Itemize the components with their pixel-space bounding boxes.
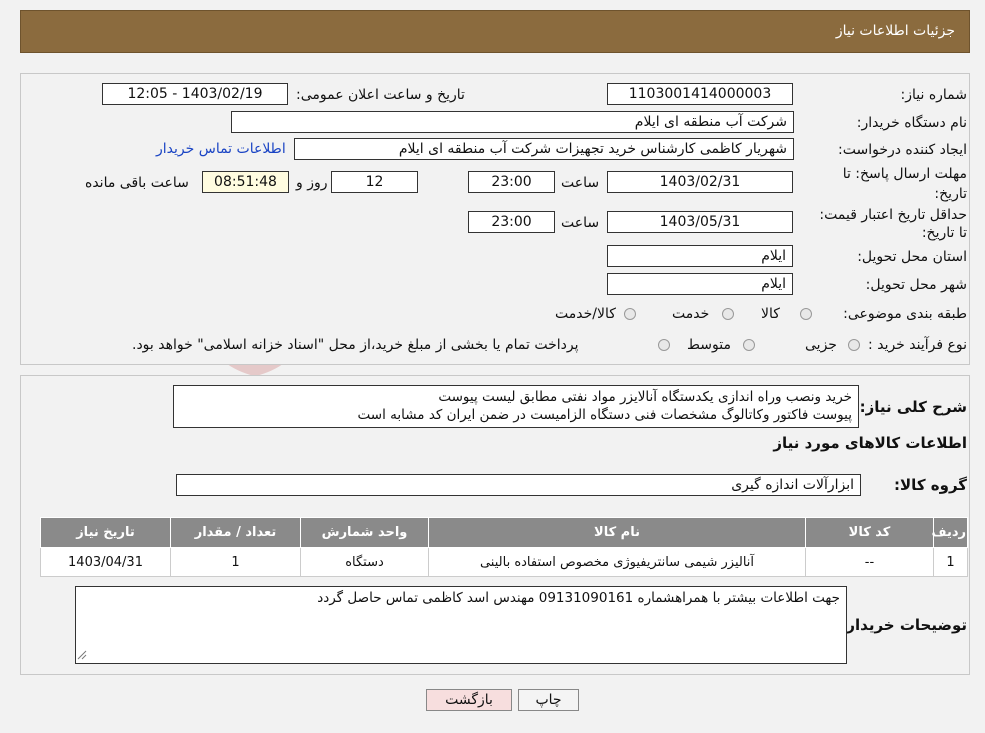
- page-header: جزئیات اطلاعات نیاز: [20, 10, 970, 53]
- category-goods-service-label: کالا/خدمت: [555, 306, 616, 322]
- process-treasury-checkbox[interactable]: [658, 339, 670, 351]
- deadline-label: مهلت ارسال پاسخ: تا تاریخ:: [842, 166, 967, 202]
- goods-group-label: گروه کالا:: [894, 476, 967, 494]
- category-goods-service-radio[interactable]: [624, 308, 636, 320]
- category-goods-label: کالا: [761, 306, 780, 322]
- page-title: جزئیات اطلاعات نیاز: [835, 23, 955, 39]
- back-button[interactable]: بازگشت: [426, 689, 512, 711]
- print-button[interactable]: چاپ: [518, 689, 579, 711]
- cell-unit: دستگاه: [300, 547, 429, 577]
- goods-group-field: ابزارآلات اندازه گیری: [176, 474, 861, 496]
- buyer-org-field: شرکت آب منطقه ای ایلام: [231, 111, 794, 133]
- price-validity-time-field: 23:00: [468, 211, 555, 233]
- announce-date-field: 1403/02/19 - 12:05: [102, 83, 288, 105]
- category-service-radio[interactable]: [722, 308, 734, 320]
- remaining-time-label: ساعت باقی مانده: [85, 175, 189, 191]
- cell-goods-code: --: [805, 547, 934, 577]
- creator-label: ایجاد کننده درخواست:: [838, 142, 967, 158]
- announce-date-label: تاریخ و ساعت اعلان عمومی:: [296, 87, 465, 103]
- process-medium-radio[interactable]: [743, 339, 755, 351]
- category-label: طبقه بندی موضوعی:: [843, 306, 967, 322]
- buyer-contact-link[interactable]: اطلاعات تماس خریدار: [156, 141, 286, 157]
- description-label: شرح کلی نیاز:: [859, 398, 967, 416]
- city-label: شهر محل تحویل:: [865, 277, 967, 293]
- description-textarea[interactable]: خرید ونصب وراه اندازی یکدستگاه آنالایزر …: [173, 385, 859, 428]
- creator-field: شهریار کاظمی کارشناس خرید تجهیزات شرکت آ…: [294, 138, 794, 160]
- description-line-2: پیوست فاکتور وکاتالوگ مشخصات فنی دستگاه …: [357, 407, 852, 423]
- cell-need-date: 1403/04/31: [40, 547, 171, 577]
- category-service-label: خدمت: [672, 306, 710, 322]
- remaining-time-field: 08:51:48: [202, 171, 289, 193]
- buyer-notes-text: جهت اطلاعات بیشتر با همراهشماره 09131090…: [317, 590, 840, 606]
- col-goods-name: نام کالا: [428, 517, 806, 548]
- col-unit: واحد شمارش: [300, 517, 429, 548]
- goods-table-header: ردیف کد کالا نام کالا واحد شمارش تعداد /…: [40, 517, 968, 548]
- cell-row-number: 1: [933, 547, 968, 577]
- deadline-time-field: 23:00: [468, 171, 555, 193]
- category-goods-radio[interactable]: [800, 308, 812, 320]
- goods-section-title: اطلاعات کالاهای مورد نیاز: [773, 434, 967, 452]
- days-label: روز و: [296, 175, 328, 191]
- cell-goods-name: آنالیزر شیمی سانتریفیوژی مخصوص استفاده ب…: [428, 547, 806, 577]
- buyer-org-label: نام دستگاه خریدار:: [856, 115, 967, 131]
- province-field: ایلام: [607, 245, 793, 267]
- process-minor-radio[interactable]: [848, 339, 860, 351]
- process-type-label: نوع فرآیند خرید :: [868, 337, 967, 353]
- deadline-date-field: 1403/02/31: [607, 171, 793, 193]
- cell-quantity: 1: [170, 547, 301, 577]
- col-goods-code: کد کالا: [805, 517, 934, 548]
- city-field: ایلام: [607, 273, 793, 295]
- price-validity-time-label: ساعت: [561, 215, 600, 231]
- resize-handle-icon[interactable]: [77, 650, 87, 660]
- days-field: 12: [331, 171, 418, 193]
- col-quantity: تعداد / مقدار: [170, 517, 301, 548]
- deadline-time-label: ساعت: [561, 175, 600, 191]
- table-row: 1 -- آنالیزر شیمی سانتریفیوژی مخصوص استف…: [40, 547, 968, 577]
- process-minor-label: جزیی: [805, 337, 837, 353]
- goods-table: ردیف کد کالا نام کالا واحد شمارش تعداد /…: [40, 517, 968, 577]
- need-number-field: 1103001414000003: [607, 83, 793, 105]
- buyer-notes-textarea[interactable]: جهت اطلاعات بیشتر با همراهشماره 09131090…: [75, 586, 847, 664]
- col-row-number: ردیف: [931, 517, 968, 548]
- price-validity-date-field: 1403/05/31: [607, 211, 793, 233]
- col-need-date: تاریخ نیاز: [40, 517, 171, 548]
- buyer-notes-label: توضیحات خریدار:: [840, 616, 967, 634]
- process-treasury-note: پرداخت تمام یا بخشی از مبلغ خرید،از محل …: [132, 337, 579, 353]
- description-line-1: خرید ونصب وراه اندازی یکدستگاه آنالایزر …: [438, 389, 852, 405]
- price-validity-label: حداقل تاریخ اعتبار قیمت: تا تاریخ:: [819, 207, 967, 241]
- province-label: استان محل تحویل:: [857, 249, 967, 265]
- need-number-label: شماره نیاز:: [900, 87, 968, 103]
- process-medium-label: متوسط: [687, 337, 731, 353]
